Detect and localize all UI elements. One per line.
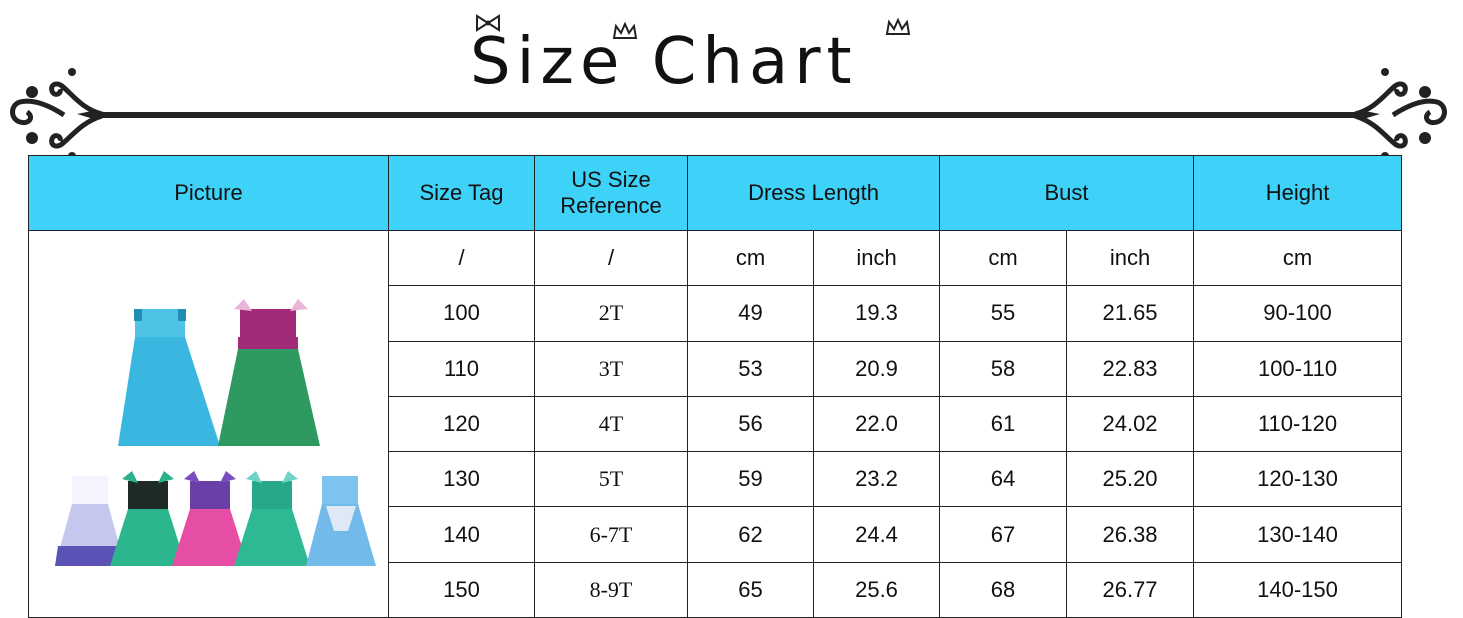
- bust-cm-cell: 61: [939, 395, 1068, 453]
- header-size-tag: Size Tag: [388, 155, 535, 231]
- crown-icon: [612, 22, 638, 39]
- units-row: / / cm inch cm inch cm: [28, 229, 1403, 618]
- header-picture: Picture: [28, 155, 389, 231]
- purple-pink-dress-icon: [171, 471, 248, 566]
- scroll-ornament-right-icon: [1354, 68, 1447, 160]
- height-cell: 100-110: [1193, 340, 1403, 397]
- bust-cm-cell: 58: [939, 340, 1068, 397]
- dress-cm-cell: 65: [687, 561, 814, 618]
- bust-cm-cell: 64: [939, 451, 1068, 508]
- size-tag-cell: 140: [388, 506, 535, 563]
- header-height: Height: [1193, 155, 1403, 231]
- us-size-cell: 6-7T: [534, 506, 688, 563]
- divider-rule: [95, 112, 1365, 118]
- header-us-size-line2: Reference: [560, 193, 662, 218]
- height-cell: 110-120: [1193, 395, 1403, 453]
- page-title: Size Chart: [470, 25, 858, 99]
- us-size-cell: 5T: [534, 451, 688, 508]
- bust-cm-cell: 68: [939, 561, 1068, 618]
- light-blue-dress-icon: [305, 476, 376, 566]
- us-size-cell: 3T: [534, 340, 688, 397]
- height-cell: 120-130: [1193, 451, 1403, 508]
- units-bust-inch: inch: [1066, 229, 1195, 287]
- bust-inch-cell: 25.20: [1066, 451, 1195, 508]
- bust-cm-cell: 55: [939, 285, 1068, 342]
- bust-inch-cell: 24.02: [1066, 395, 1195, 453]
- dress-inch-cell: 25.6: [812, 561, 941, 618]
- units-us-size: /: [534, 229, 688, 287]
- us-size-cell: 2T: [534, 285, 688, 342]
- dress-cm-cell: 59: [687, 451, 814, 508]
- size-tag-cell: 100: [388, 285, 535, 342]
- dress-inch-cell: 22.0: [812, 395, 941, 453]
- units-height: cm: [1193, 229, 1403, 287]
- size-tag-cell: 110: [388, 340, 535, 397]
- size-chart-table: Picture Size Tag US Size Reference Dress…: [28, 155, 1403, 618]
- bust-inch-cell: 26.77: [1066, 561, 1195, 618]
- size-tag-cell: 130: [388, 451, 535, 508]
- header-us-size: US Size Reference: [534, 155, 688, 231]
- bust-inch-cell: 26.38: [1066, 506, 1195, 563]
- height-cell: 130-140: [1193, 506, 1403, 563]
- height-cell: 90-100: [1193, 285, 1403, 342]
- picture-cell: [28, 230, 389, 618]
- us-size-cell: 4T: [534, 395, 688, 453]
- dress-pictures: [54, 299, 376, 566]
- bust-inch-cell: 21.65: [1066, 285, 1195, 342]
- header-us-size-line1: US Size: [571, 167, 651, 192]
- size-tag-cell: 120: [388, 395, 535, 453]
- dress-cm-cell: 49: [687, 285, 814, 342]
- units-dress-cm: cm: [687, 229, 814, 287]
- dress-inch-cell: 23.2: [812, 451, 941, 508]
- bust-inch-cell: 22.83: [1066, 340, 1195, 397]
- units-bust-cm: cm: [939, 229, 1068, 287]
- crown-icon: [885, 18, 911, 35]
- dress-cm-cell: 53: [687, 340, 814, 397]
- dress-cm-cell: 56: [687, 395, 814, 453]
- bust-cm-cell: 67: [939, 506, 1068, 563]
- dress-inch-cell: 19.3: [812, 285, 941, 342]
- units-size-tag: /: [388, 229, 535, 287]
- size-tag-cell: 150: [388, 561, 535, 618]
- bow-icon: [476, 14, 500, 32]
- header-bust: Bust: [939, 155, 1195, 231]
- height-cell: 140-150: [1193, 561, 1403, 618]
- header-dress-length: Dress Length: [686, 155, 941, 231]
- blue-dress-icon: [117, 309, 220, 446]
- dress-cm-cell: 62: [687, 506, 814, 563]
- green-mermaid-dress-icon: [217, 299, 320, 446]
- green-black-dress-icon: [109, 471, 186, 566]
- teal-dress-icon: [233, 471, 310, 566]
- us-size-cell: 8-9T: [534, 561, 688, 618]
- dress-inch-cell: 20.9: [812, 340, 941, 397]
- header: Size Chart: [0, 0, 1463, 160]
- units-dress-inch: inch: [812, 229, 941, 287]
- dress-inch-cell: 24.4: [812, 506, 941, 563]
- header-row: Picture Size Tag US Size Reference Dress…: [28, 155, 1403, 231]
